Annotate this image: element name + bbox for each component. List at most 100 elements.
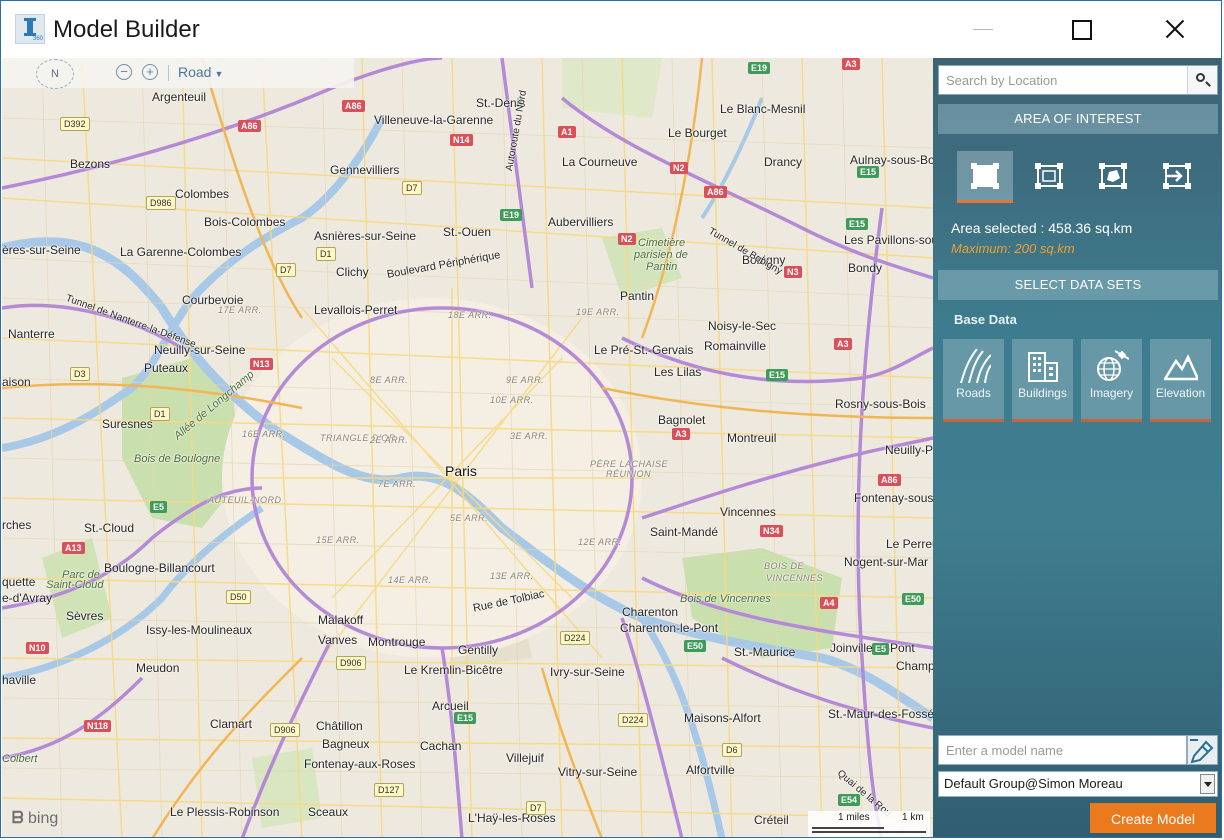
road-shield: D906 [336, 656, 366, 670]
map-place-label: 3E ARR. [510, 431, 549, 441]
dataset-elevation-tile[interactable]: Elevation [1150, 339, 1211, 422]
compass-icon[interactable]: N [36, 59, 74, 89]
map-style-label: Road [178, 64, 212, 80]
map-place-label: RÉUNION [606, 469, 652, 479]
map-place-label: Charenton [622, 605, 679, 619]
map-place-label: 18E ARR. [448, 310, 492, 320]
map-place-label: AUTEUIL-NORD [208, 495, 282, 505]
model-name-input[interactable] [939, 736, 1186, 764]
maximize-button[interactable] [1059, 9, 1105, 51]
road-shield: E15 [857, 166, 880, 178]
road-shield: E15 [766, 369, 789, 381]
road-shield: E54 [838, 794, 861, 806]
map-place-label: Pantin [646, 261, 678, 273]
road-shield: D6 [722, 743, 742, 757]
map-place-label: Asnières-sur-Seine [314, 229, 417, 243]
scale-miles-bar [812, 827, 884, 829]
map-place-label: Montrouge [368, 635, 426, 649]
location-search-input[interactable] [939, 66, 1187, 94]
minimize-button[interactable] [959, 9, 1005, 51]
aoi-polygon-tool[interactable] [1085, 151, 1141, 203]
group-select[interactable]: Default Group@Simon Moreau [938, 771, 1218, 797]
map-place-label: Charenton-le-Pont [620, 621, 719, 635]
title-bar: 360 Model Builder [1, 1, 1221, 58]
map-place-label: 16E ARR. [242, 429, 286, 439]
map-place-label: Nanterre [8, 327, 55, 341]
map-place-label: Gentilly [458, 643, 499, 657]
map-place-label: 9E ARR. [506, 375, 545, 385]
road-shield: N118 [84, 720, 112, 732]
road-shield: A86 [238, 120, 261, 132]
map-place-label: Colbert [2, 753, 38, 765]
dataset-roads-tile[interactable]: Roads [943, 339, 1004, 422]
map-place-label: aison [2, 375, 31, 389]
map-toolbar: N − + Road ▼ [2, 58, 354, 89]
map-place-label: haville [2, 673, 37, 687]
map-place-label: Les Lilas [654, 365, 702, 379]
road-shield: A3 [672, 428, 690, 440]
zoom-out-button[interactable]: − [116, 64, 132, 80]
road-shield: D1 [150, 407, 170, 421]
buildings-icon [1028, 352, 1058, 382]
map-place-label: Bagnolet [658, 413, 706, 427]
dataset-buildings-label: Buildings [1018, 386, 1067, 400]
map-view[interactable]: Paris Argenteuil St.-Denis Le Blanc-Mesnil V… [2, 58, 933, 837]
create-model-button[interactable]: Create Model [1090, 803, 1216, 833]
map-place-label: Bois-Colombes [204, 215, 286, 229]
aoi-rectangle-tool[interactable] [957, 151, 1013, 203]
map-place-label: 13E ARR. [490, 571, 534, 581]
aoi-import-tool[interactable] [1149, 151, 1205, 203]
map-place-label: Sèvres [66, 609, 104, 623]
zoom-in-button[interactable]: + [142, 64, 158, 80]
map-place-label: 12E ARR. [578, 537, 622, 547]
map-place-label: e-d'Avray [2, 591, 53, 605]
map-scale-bar: 1 miles 1 km [808, 811, 930, 837]
map-place-label: Neuilly-Pl [885, 443, 933, 457]
area-maximum-warning: Maximum: 200 sq.km [951, 241, 1075, 256]
dataset-imagery-tile[interactable]: Imagery [1081, 339, 1142, 422]
road-shield: D7 [402, 181, 422, 195]
search-icon [1196, 73, 1205, 82]
close-button[interactable] [1153, 9, 1199, 51]
chevron-down-icon[interactable] [1200, 774, 1215, 794]
road-shield: A3 [842, 58, 860, 70]
map-place-label: Arcueil [432, 699, 469, 713]
map-place-label: 14E ARR. [388, 575, 432, 585]
road-shield: N13 [250, 358, 273, 370]
road-shield: N3 [784, 266, 802, 278]
map-place-label: Romainville [704, 339, 767, 353]
map-style-dropdown[interactable]: Road ▼ [178, 64, 223, 80]
map-place-label: Ivry-sur-Seine [550, 665, 625, 679]
map-place-label: Vincennes [720, 505, 776, 519]
search-button[interactable] [1187, 66, 1217, 94]
road-shield: N10 [26, 642, 49, 654]
map-place-label: St.-Maurice [734, 645, 796, 659]
road-shield: A4 [820, 597, 838, 609]
dataset-imagery-label: Imagery [1089, 386, 1134, 400]
map-place-label: 15E ARR. [316, 535, 360, 545]
map-place-label: Suresnes [102, 417, 153, 431]
map-place-label: Vitry-sur-Seine [558, 765, 638, 779]
map-place-label: Châtillon [316, 719, 363, 733]
map-place-label: Bondy [848, 261, 883, 275]
rectangle-select-icon [971, 163, 999, 189]
toolbar-separator [168, 65, 169, 81]
map-place-label: Levallois-Perret [314, 303, 398, 317]
model-builder-window: 360 Model Builder Paris Argenteuil St.-D… [0, 0, 1222, 838]
model-name-edit-button[interactable] [1187, 735, 1218, 765]
map-place-label: St.-Maur-des-Fossé [828, 707, 933, 721]
map-place-label: St.-Ouen [443, 225, 492, 239]
map-place-label: ères-sur-Seine [2, 243, 81, 257]
map-place-label: Noisy-le-Sec [708, 319, 777, 333]
map-place-label: Vanves [318, 633, 358, 647]
area-of-interest-header: AREA OF INTEREST [938, 104, 1218, 134]
road-shield: D392 [60, 117, 90, 131]
frame-select-icon [1035, 163, 1063, 189]
map-place-label: Bois de Vincennes [680, 593, 771, 605]
map-place-label: Aubervilliers [548, 215, 614, 229]
road-shield: A3 [834, 338, 852, 350]
bing-logo: ᗷ bing [12, 810, 58, 828]
map-place-label: Le Plessis-Robinson [170, 805, 280, 819]
aoi-frame-tool[interactable] [1021, 151, 1077, 203]
dataset-buildings-tile[interactable]: Buildings [1012, 339, 1073, 422]
